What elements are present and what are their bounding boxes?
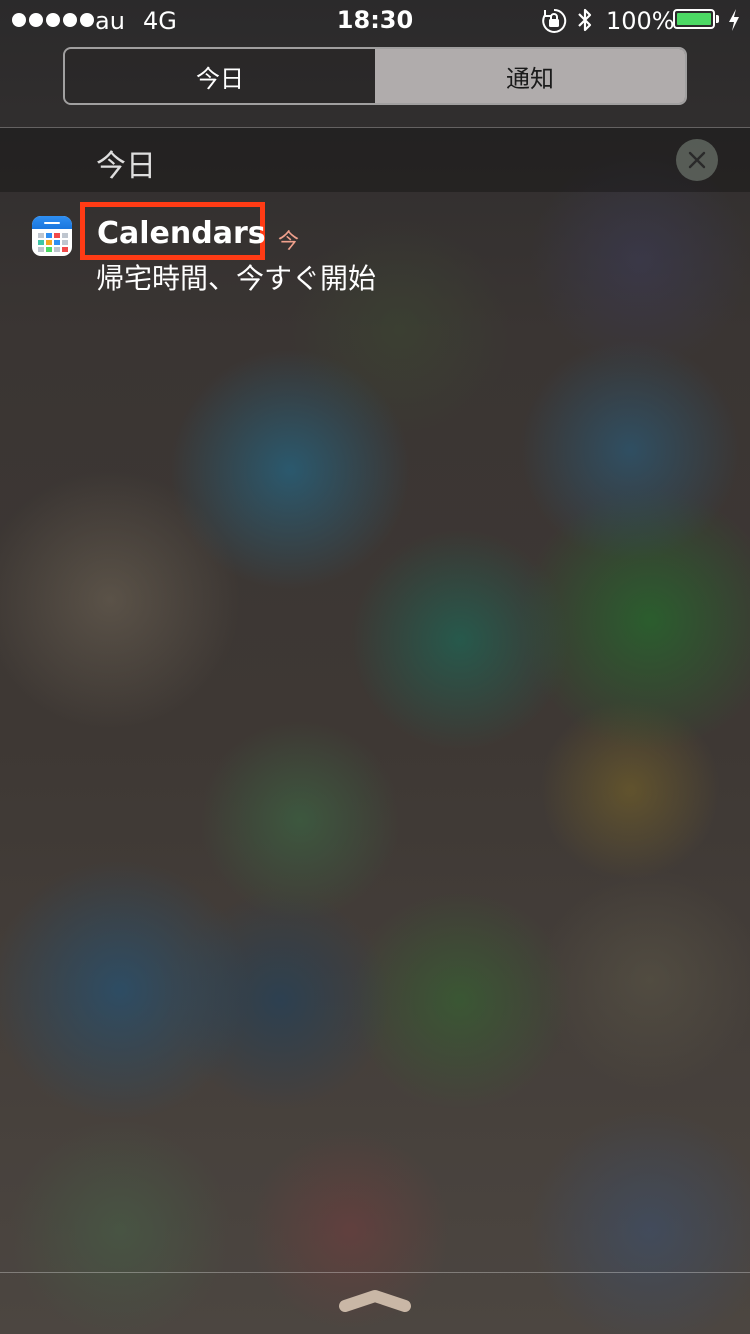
battery-percentage: 100% (606, 7, 675, 35)
notification-time: 今 (278, 229, 299, 253)
clear-notifications-button[interactable] (676, 139, 718, 181)
section-title: 今日 (96, 149, 156, 184)
battery-tip (716, 15, 719, 23)
tab-notifications-label: 通知 (506, 64, 554, 93)
bottom-divider (0, 1272, 750, 1273)
close-icon (688, 151, 706, 169)
calendars-app-icon (32, 216, 72, 256)
section-header: 今日 (0, 128, 750, 192)
bluetooth-icon (578, 8, 592, 32)
rotation-lock-icon (542, 8, 567, 33)
notification-item[interactable]: Calendars 今 帰宅時間、今すぐ開始 (0, 196, 750, 306)
notification-message: 帰宅時間、今すぐ開始 (96, 262, 377, 295)
notification-app-name: Calendars (97, 216, 266, 251)
battery-level-fill (677, 13, 711, 25)
charging-bolt-icon (729, 9, 739, 31)
tab-today-label: 今日 (196, 64, 244, 93)
status-bar: au 4G 18:30 100% (0, 0, 750, 40)
battery-icon (673, 9, 715, 29)
tab-notifications[interactable]: 通知 (375, 49, 685, 103)
tab-today[interactable]: 今日 (65, 49, 375, 103)
today-notifications-segmented-control: 今日 通知 (63, 47, 687, 105)
chevron-up-grabber-icon[interactable] (337, 1286, 413, 1314)
